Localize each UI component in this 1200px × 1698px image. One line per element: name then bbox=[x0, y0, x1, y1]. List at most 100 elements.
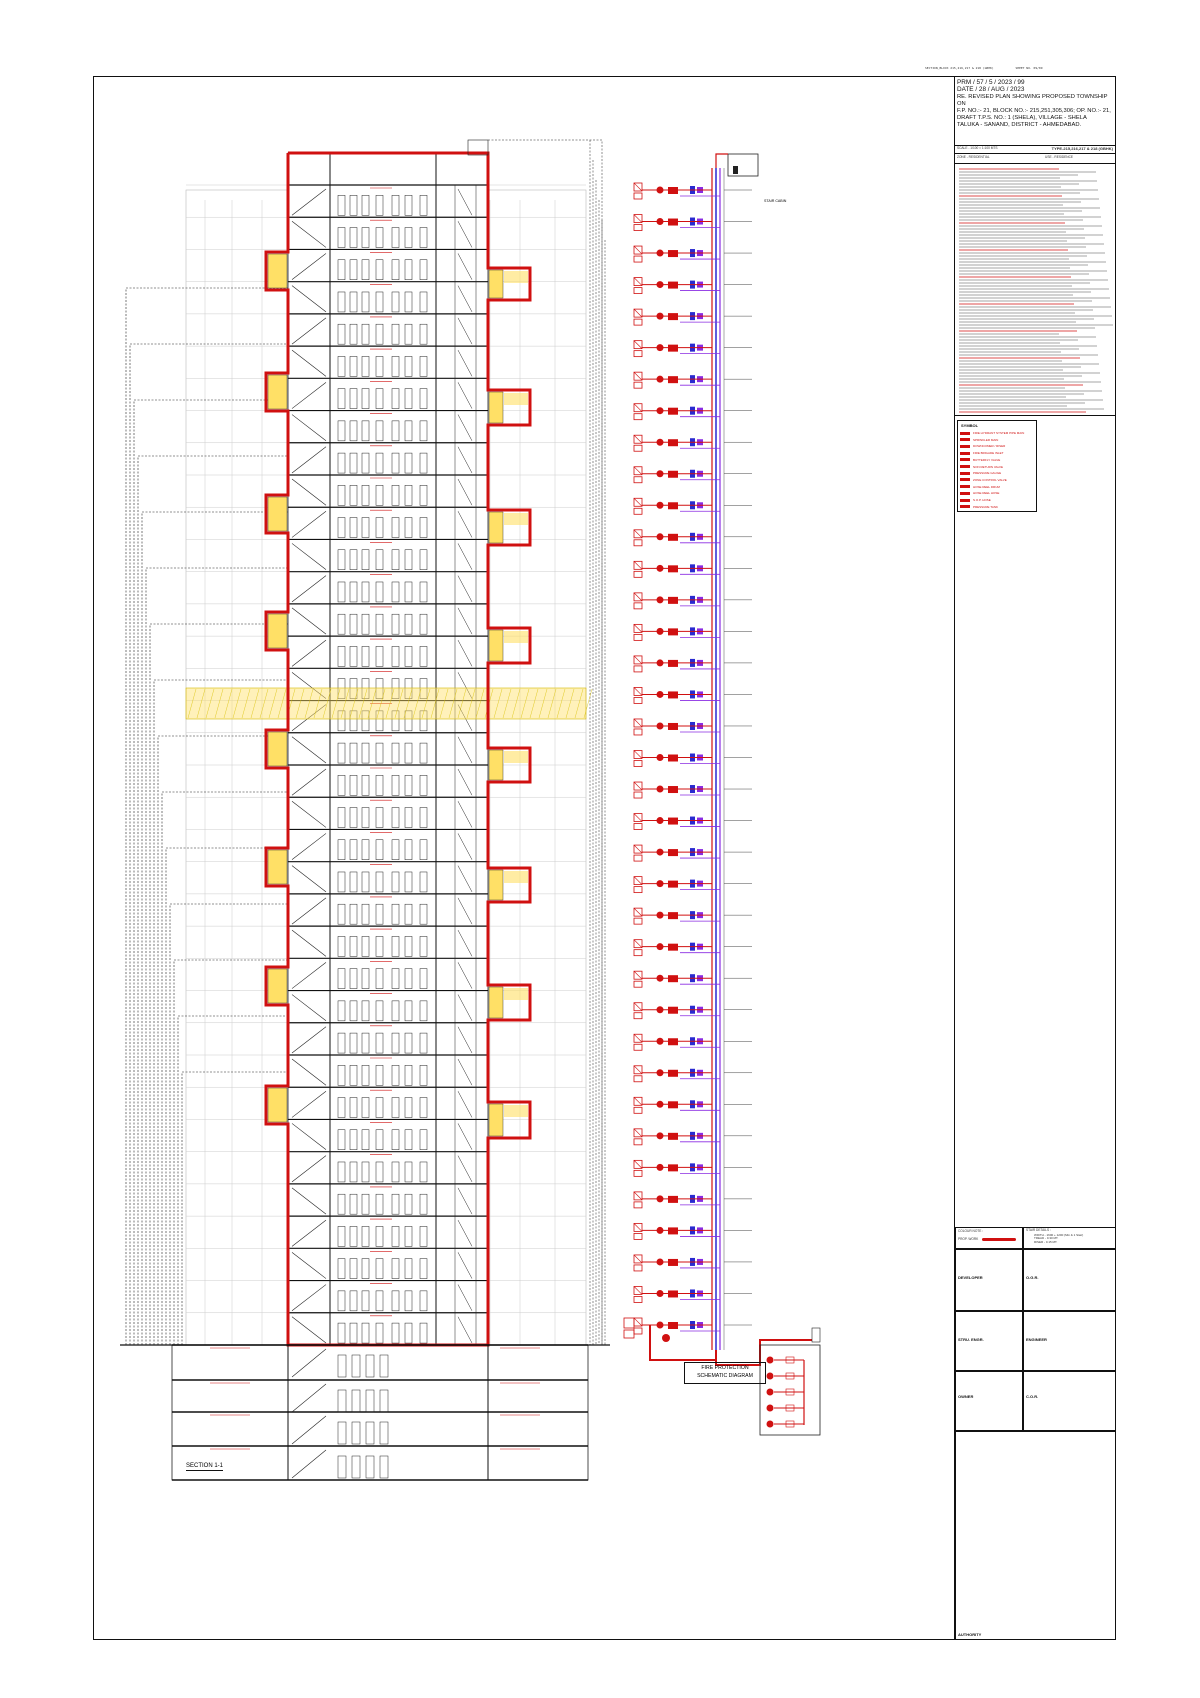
dashed-service-line bbox=[177, 1015, 288, 1345]
lobby-label-bg bbox=[504, 988, 528, 1000]
landing-valve-box bbox=[633, 224, 643, 231]
hose-reel-cross bbox=[633, 214, 643, 223]
owner-cell: OWNER bbox=[955, 1371, 1023, 1431]
legend-symbol bbox=[960, 444, 970, 448]
owner-sign: C.O.R. bbox=[1026, 1394, 1039, 1399]
legend-symbol bbox=[960, 458, 970, 462]
landing-valve-box bbox=[633, 318, 643, 326]
refuge-lobby-left bbox=[267, 374, 288, 410]
basement-door bbox=[379, 1389, 389, 1413]
building-section bbox=[120, 139, 610, 1481]
engineer-cell: STRU. ENGR. bbox=[955, 1311, 1023, 1371]
dashed-service-line bbox=[145, 567, 288, 1345]
legend-label: PRESSURE GAUGE bbox=[973, 471, 1002, 476]
hose-reel-cross bbox=[633, 907, 643, 917]
hose-reel-cross bbox=[633, 561, 643, 570]
hose-reel-cross bbox=[633, 592, 643, 602]
prm-number: PRM / 57 / 5 / 2023 / 99 bbox=[957, 79, 1025, 86]
section-title: SECTION 1-1 bbox=[186, 1463, 224, 1471]
colour-note-cell: COLOUR NOTE : PROP. WORK bbox=[955, 1227, 1023, 1249]
legend-label: BUTTERFLY VALVE bbox=[973, 457, 1001, 462]
prop-work-swatch bbox=[982, 1238, 1017, 1242]
landing-valve-box bbox=[633, 192, 643, 200]
owner-label: OWNER bbox=[958, 1394, 974, 1399]
use-text: USE - RESIDENCE bbox=[1045, 155, 1073, 159]
approval-date: DATE / 28 / AUG / 2023 bbox=[957, 86, 1025, 94]
landing-valve-box bbox=[633, 1264, 643, 1272]
refuge-lobby-left bbox=[267, 731, 288, 767]
landing-valve-box bbox=[633, 1043, 643, 1051]
refuge-lobby-left bbox=[267, 968, 288, 1004]
basement-door bbox=[365, 1455, 375, 1479]
hose-reel-cross bbox=[633, 371, 643, 381]
stair-details-cell: STAIR DETAILS : WIDTH - 1600 + 1200 (Min… bbox=[1023, 1227, 1116, 1249]
fire-pump bbox=[766, 1356, 774, 1364]
dashed-service-line bbox=[173, 959, 288, 1345]
landing-valve-box bbox=[633, 602, 643, 610]
fire-brigade-inlet-line bbox=[649, 1325, 716, 1361]
hose-reel-cross bbox=[633, 1065, 643, 1074]
legend-row: S.O.P. HOSE bbox=[960, 497, 991, 503]
landing-valve-box bbox=[633, 539, 643, 547]
lobby-label-bg bbox=[504, 393, 528, 405]
basement-door bbox=[365, 1354, 375, 1378]
landing-valve-box bbox=[633, 1106, 643, 1114]
refuge-lobby-left bbox=[267, 849, 288, 885]
engineer-label: STRU. ENGR. bbox=[958, 1337, 984, 1342]
zone-text: ZONE - RESIDENTIAL bbox=[957, 155, 990, 159]
landing-valve-box bbox=[633, 1296, 643, 1303]
legend-row: ZONE CONTROL VALVE bbox=[960, 477, 1007, 483]
refuge-lobby-right bbox=[488, 511, 504, 544]
hose-reel-cross bbox=[633, 1317, 643, 1327]
hose-reel-cross bbox=[633, 939, 643, 948]
tower-body bbox=[287, 152, 489, 1346]
hose-reel-cross bbox=[633, 813, 643, 822]
authority-label: AUTHORITY bbox=[958, 1632, 982, 1637]
basement-door bbox=[337, 1389, 347, 1413]
type-text: TYPE-215,216,217 & 218 (GBHK) bbox=[1051, 146, 1113, 151]
landing-valve-box bbox=[633, 791, 643, 799]
legend-row: HOSE REEL DRUM bbox=[960, 484, 1000, 490]
landing-valve-box bbox=[633, 854, 643, 862]
hose-reel-cross bbox=[633, 1160, 643, 1169]
landing-valve-box bbox=[633, 287, 643, 294]
project-line-1: RE. REVISED PLAN SHOWING PROPOSED TOWNSH… bbox=[957, 94, 1108, 108]
legend-label: SPRINKLER MAIN bbox=[973, 437, 999, 442]
landing-valve-box bbox=[633, 1075, 643, 1083]
hose-reel-cross bbox=[633, 655, 643, 665]
lobby-label-bg bbox=[504, 631, 528, 643]
landing-valve-box bbox=[633, 507, 643, 515]
hose-reel-cross bbox=[633, 245, 643, 255]
legend-row: PRESSURE GAUGE bbox=[960, 470, 1001, 476]
scale-row: SCALE - 1/100 = 1:100 MTS TYPE-215,216,2… bbox=[957, 146, 1113, 151]
fire-pump bbox=[766, 1388, 774, 1396]
legend-label: HOSE REEL HOSE bbox=[973, 491, 1000, 496]
hose-reel-cross bbox=[633, 687, 643, 696]
inlet-box bbox=[623, 1317, 635, 1329]
landing-valve-box bbox=[633, 1012, 643, 1020]
legend-label: ZONE CONTROL VALVE bbox=[973, 477, 1007, 482]
hose-reel-cross bbox=[633, 1223, 643, 1232]
basement-stair bbox=[291, 1415, 327, 1445]
hose-reel-cross bbox=[633, 1097, 643, 1106]
developer-sign-cell: O.G.R. bbox=[1023, 1249, 1116, 1311]
legend-symbol bbox=[960, 478, 970, 482]
dashed-service-line bbox=[137, 455, 288, 1345]
developer-cell: DEVELOPER bbox=[955, 1249, 1023, 1311]
landing-valve-box bbox=[633, 1169, 643, 1177]
legend-row: FIRE BRIGADE INLET bbox=[960, 450, 1004, 456]
legend-symbol bbox=[960, 471, 970, 475]
lobby-label-bg bbox=[504, 871, 528, 883]
refuge-lobby-right bbox=[488, 1103, 504, 1137]
legend-label: PRESSURE TANK bbox=[973, 504, 999, 509]
landing-valve-box bbox=[633, 1233, 643, 1240]
refuge-lobby-right bbox=[488, 391, 504, 424]
tank-vent bbox=[811, 1327, 821, 1343]
overhead-tank bbox=[727, 153, 759, 177]
hose-reel-cross bbox=[633, 718, 643, 728]
hose-reel-cross bbox=[633, 435, 643, 444]
legend-label: NON RETURN VALVE bbox=[973, 464, 1004, 469]
header-strip: SECTION_BLOCK 215,216,217 & 218 (GBHK) S… bbox=[925, 66, 1115, 74]
hose-reel-cross bbox=[633, 750, 643, 759]
hose-reel-cross bbox=[633, 498, 643, 507]
